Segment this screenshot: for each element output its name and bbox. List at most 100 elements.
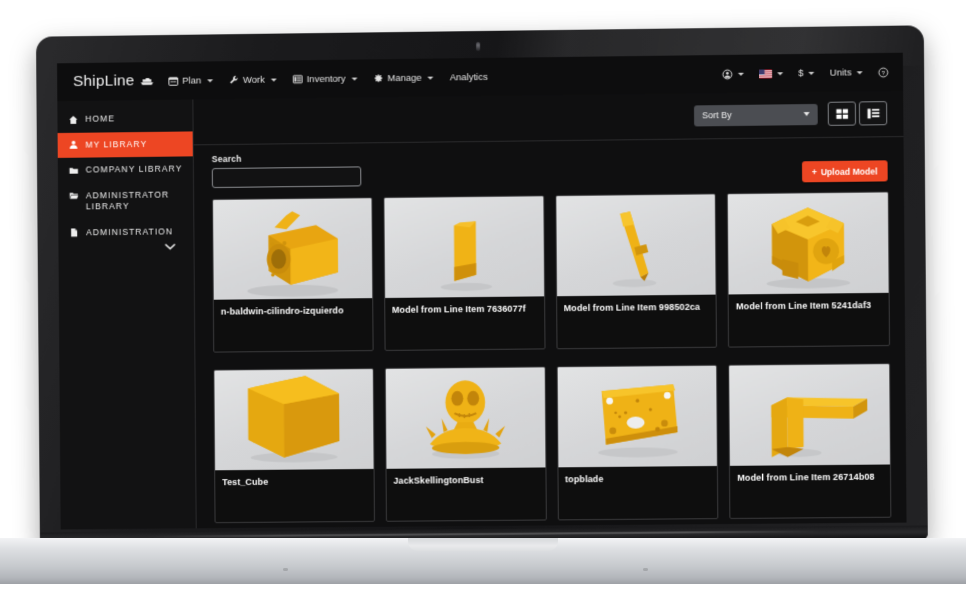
search-label: Search bbox=[211, 153, 242, 165]
cube-icon bbox=[247, 375, 340, 463]
laptop-screen: ShipLine Plan Work Inventory Manage Anal… bbox=[57, 52, 907, 530]
model-thumbnail bbox=[555, 194, 716, 297]
search-row: Search + Upload Model bbox=[194, 137, 904, 189]
user-icon bbox=[69, 140, 79, 150]
view-toggle-group bbox=[827, 101, 888, 126]
chevron-down-icon bbox=[856, 70, 863, 74]
webcam-icon bbox=[476, 42, 481, 52]
folder-icon bbox=[69, 165, 79, 175]
us-flag-icon bbox=[759, 68, 773, 79]
nav-item-inventory[interactable]: Inventory bbox=[293, 73, 358, 85]
brand-name: ShipLine bbox=[72, 72, 135, 91]
model-card[interactable]: Model from Line Item 26714b08 bbox=[728, 362, 892, 519]
user-circle-icon bbox=[722, 68, 733, 79]
search-field-group: Search bbox=[211, 152, 362, 189]
navbar-menu: Plan Work Inventory Manage Analytics bbox=[168, 71, 488, 86]
model-card-title: JackSkellingtonBust bbox=[393, 474, 484, 486]
model-card-title: Test_Cube bbox=[222, 476, 269, 487]
sidebar-expand-chevron-icon[interactable] bbox=[58, 243, 193, 251]
nav-item-analytics[interactable]: Analytics bbox=[450, 71, 488, 82]
help-button[interactable]: ? bbox=[878, 66, 889, 77]
sort-by-label: Sort By bbox=[702, 109, 732, 121]
brand-logo[interactable]: ShipLine bbox=[73, 72, 154, 91]
sidebar-item-administration-label: ADMINISTRATION bbox=[86, 226, 174, 238]
sidebar-item-administrator-library[interactable]: ADMINISTRATOR LIBRARY bbox=[58, 182, 193, 221]
laptop-base bbox=[0, 538, 966, 584]
model-card[interactable]: topblade bbox=[556, 364, 719, 520]
gear-icon bbox=[373, 73, 383, 83]
model-thumbnail bbox=[728, 192, 889, 295]
chevron-down-icon bbox=[803, 112, 810, 117]
sidebar-item-home[interactable]: HOME bbox=[57, 105, 192, 132]
file-icon bbox=[69, 228, 79, 238]
wrench-icon bbox=[229, 75, 239, 85]
model-thumbnail bbox=[213, 198, 372, 300]
main-content: Sort By Search + Upload Model n-baldwin-… bbox=[193, 90, 907, 529]
search-input[interactable] bbox=[211, 166, 362, 189]
model-card-title: Model from Line Item 7636077f bbox=[391, 303, 526, 315]
language-menu[interactable] bbox=[759, 68, 784, 79]
nav-item-inventory-label: Inventory bbox=[306, 73, 346, 85]
model-card-title: Model from Line Item 26714b08 bbox=[737, 471, 875, 483]
units-menu[interactable]: Units bbox=[830, 67, 863, 78]
units-label: Units bbox=[829, 66, 852, 79]
nav-item-plan[interactable]: Plan bbox=[168, 74, 214, 87]
laptop-base-notch bbox=[408, 538, 558, 551]
plate-icon bbox=[597, 383, 678, 458]
sidebar: HOME MY LIBRARY COMPANY LIBRARY ADMINIST… bbox=[57, 99, 197, 530]
model-thumbnail bbox=[384, 196, 544, 298]
model-card[interactable]: JackSkellingtonBust bbox=[384, 365, 547, 522]
cylinder-housing-icon bbox=[247, 211, 339, 298]
currency-icon: $ bbox=[798, 67, 804, 79]
sidebar-item-administrator-library-label: ADMINISTRATOR LIBRARY bbox=[85, 189, 170, 212]
home-icon bbox=[68, 114, 78, 124]
laptop-base-foot bbox=[283, 568, 289, 571]
model-card-title: Model from Line Item 998502ca bbox=[563, 301, 701, 314]
bust-icon bbox=[425, 380, 505, 459]
upload-model-button[interactable]: + Upload Model bbox=[801, 160, 888, 183]
folder-open-icon bbox=[69, 191, 79, 201]
model-card-title: n-baldwin-cilindro-izquierdo bbox=[220, 305, 344, 317]
account-menu[interactable] bbox=[722, 68, 745, 79]
nav-item-work[interactable]: Work bbox=[229, 74, 277, 86]
model-card[interactable]: n-baldwin-cilindro-izquierdo bbox=[212, 197, 374, 353]
sidebar-item-my-library[interactable]: MY LIBRARY bbox=[57, 131, 193, 159]
sidebar-item-home-label: HOME bbox=[85, 113, 116, 124]
model-card-title: Model from Line Item 5241daf3 bbox=[735, 300, 872, 312]
calendar-icon bbox=[168, 76, 179, 86]
chevron-down-icon bbox=[808, 71, 815, 75]
chevron-down-icon bbox=[777, 71, 784, 75]
chevron-down-icon bbox=[207, 78, 214, 82]
nav-item-work-label: Work bbox=[242, 74, 265, 86]
nav-item-manage[interactable]: Manage bbox=[373, 72, 434, 84]
model-card[interactable]: Model from Line Item 5241daf3 bbox=[727, 191, 891, 348]
upload-model-label: Upload Model bbox=[820, 165, 878, 177]
svg-text:?: ? bbox=[882, 70, 886, 76]
bar-icon bbox=[440, 221, 492, 291]
navbar-right-menu: $ Units ? bbox=[722, 66, 889, 79]
sidebar-item-my-library-label: MY LIBRARY bbox=[85, 138, 148, 150]
list-icon bbox=[293, 74, 303, 84]
chevron-down-icon bbox=[737, 72, 745, 76]
chevron-down-icon bbox=[351, 77, 358, 81]
sort-by-dropdown[interactable]: Sort By bbox=[693, 103, 818, 126]
model-card[interactable]: Test_Cube bbox=[213, 367, 375, 523]
model-thumbnail bbox=[557, 365, 718, 467]
grid-view-button[interactable] bbox=[827, 101, 857, 126]
model-thumbnail bbox=[385, 366, 545, 469]
help-circle-icon: ? bbox=[878, 66, 889, 77]
model-grid: n-baldwin-cilindro-izquierdo Model from … bbox=[194, 181, 906, 528]
nav-item-analytics-label: Analytics bbox=[449, 71, 488, 83]
sidebar-item-company-library[interactable]: COMPANY LIBRARY bbox=[58, 157, 193, 184]
currency-menu[interactable]: $ bbox=[798, 67, 815, 79]
nav-item-plan-label: Plan bbox=[182, 74, 202, 87]
model-card[interactable]: Model from Line Item 998502ca bbox=[554, 193, 718, 350]
chevron-down-icon bbox=[427, 76, 434, 80]
chevron-down-icon bbox=[270, 78, 277, 82]
companion-cube-icon bbox=[766, 207, 851, 289]
laptop-lid: ShipLine Plan Work Inventory Manage Anal… bbox=[35, 25, 928, 547]
model-card[interactable]: Model from Line Item 7636077f bbox=[383, 195, 546, 351]
ship-icon bbox=[139, 74, 154, 88]
list-view-button[interactable] bbox=[858, 101, 888, 126]
laptop-mockup-stage: ShipLine Plan Work Inventory Manage Anal… bbox=[0, 0, 966, 606]
